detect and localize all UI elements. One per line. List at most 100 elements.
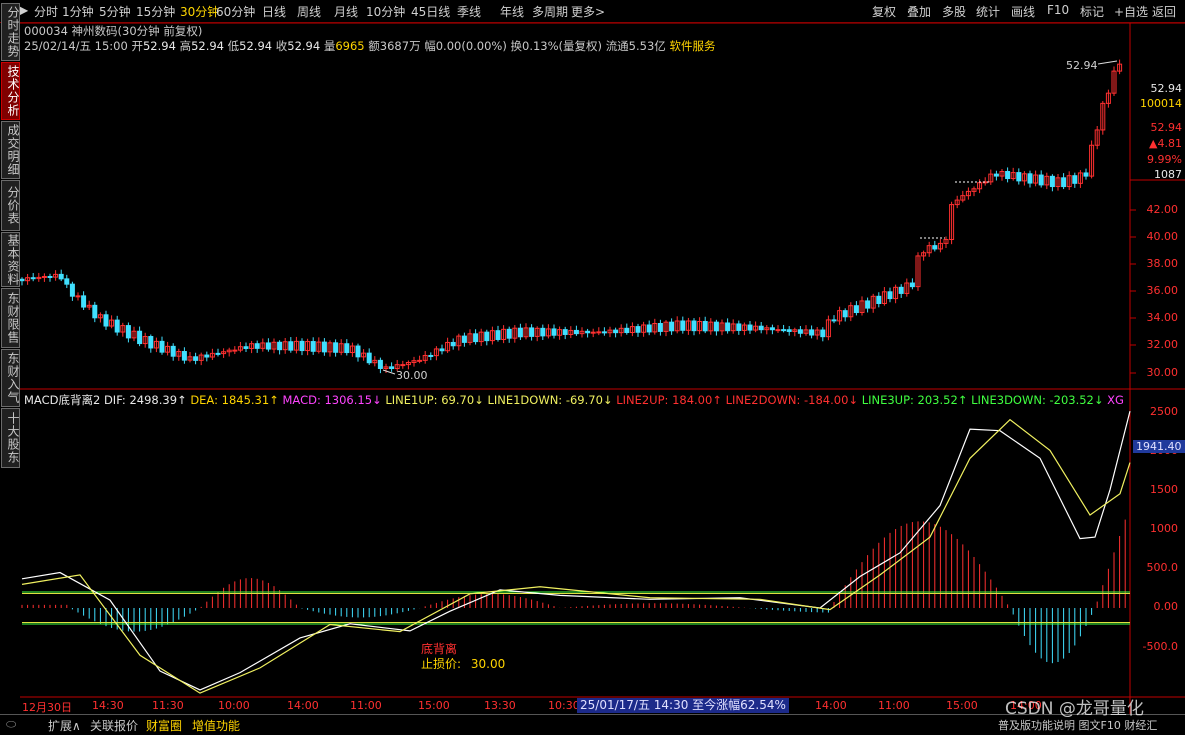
toolbar-btn-0[interactable]: 复权 <box>872 3 896 20</box>
candle-body <box>243 346 249 349</box>
addon-button[interactable]: 增值功能 <box>192 717 240 734</box>
side-tab-4[interactable]: 基本资料 <box>1 232 20 287</box>
notice-text[interactable]: 普及版功能说明 图文F10 财经汇 <box>998 717 1157 733</box>
related-quote-button[interactable]: 关联报价 <box>90 717 138 734</box>
line2up-value: LINE2UP: 184.00↑ <box>616 393 722 407</box>
candle-body <box>355 345 361 358</box>
toolbar-btn-5[interactable]: F10 <box>1047 3 1069 17</box>
side-tab-3[interactable]: 分价表 <box>1 180 20 231</box>
candle-body <box>736 323 742 331</box>
price-tick-3: 36.00 <box>1146 284 1179 297</box>
scroll-toggle-icon[interactable]: ⬭ <box>6 717 16 732</box>
time-label-9: 14:00 <box>815 699 847 712</box>
toolbar-btn-3[interactable]: 统计 <box>976 3 1000 20</box>
stop-loss-value: 30.00 <box>470 657 506 671</box>
time-label-0: 12月30日 <box>22 701 72 714</box>
candle-body <box>288 341 294 351</box>
candle-body <box>333 342 339 353</box>
period-tab-2[interactable]: 5分钟 <box>99 3 131 20</box>
side-tabs: 分时走势 技术分析 成交明细 分价表 基本资料 东财限售 东财入气 十大股东 <box>0 0 20 734</box>
toolbar-btn-1[interactable]: 叠加 <box>907 3 931 20</box>
candle-body <box>691 320 697 332</box>
time-cursor-label: 25/01/17/五 14:30 至今涨幅62.54% <box>577 698 789 713</box>
period-tab-14[interactable]: 更多> <box>571 3 605 20</box>
candle-body <box>506 328 512 339</box>
price-tick-4: 34.00 <box>1146 311 1179 324</box>
candle-body <box>170 345 176 357</box>
side-tab-1[interactable]: 技术分析 <box>1 62 20 120</box>
period-tab-0[interactable]: 分时 <box>34 3 58 20</box>
low-price-annotation: 30.00 <box>396 369 428 382</box>
price-tick-0: 42.00 <box>1146 203 1179 216</box>
watermark: CSDN @龙哥量化 <box>1005 699 1144 719</box>
period-tab-8[interactable]: 月线 <box>334 3 358 20</box>
period-tab-5[interactable]: 60分钟 <box>216 3 255 20</box>
candle-body <box>75 295 81 298</box>
period-tab-11[interactable]: 季线 <box>457 3 481 20</box>
period-tab-12[interactable]: 年线 <box>500 3 524 20</box>
candle-body <box>137 330 143 345</box>
candle-body <box>41 275 47 278</box>
candle-body <box>646 324 652 333</box>
macd-tick-5: 0.00 <box>1153 600 1179 613</box>
side-value-2: 52.94 <box>1150 121 1183 134</box>
price-tick-1: 40.00 <box>1146 230 1179 243</box>
period-tab-10[interactable]: 45日线 <box>411 3 450 20</box>
stock-code-name: 000034 神州数码(30分钟 前复权) <box>24 24 203 38</box>
candle-body <box>389 366 395 370</box>
kline-chart-canvas[interactable] <box>0 0 1185 734</box>
candle-body <box>540 327 546 337</box>
candle-body <box>428 354 434 357</box>
candle-body <box>484 331 490 342</box>
candle-body <box>590 331 596 334</box>
quote-date: 25/02/14/五 15:00 <box>24 39 128 53</box>
candle-body <box>865 300 871 309</box>
toolbar-btn-2[interactable]: 多股 <box>942 3 966 20</box>
candle-body <box>377 359 383 369</box>
amplitude: 幅0.00(0.00%) <box>424 39 507 53</box>
macd-value: MACD: 1306.15↓ <box>282 393 382 407</box>
period-tab-7[interactable]: 周线 <box>297 3 321 20</box>
stock-title-line: 000034 神州数码(30分钟 前复权) <box>24 23 202 39</box>
side-tab-0[interactable]: 分时走势 <box>1 3 20 61</box>
side-tab-7[interactable]: 十大股东 <box>1 408 20 468</box>
dif-line <box>21 411 1131 691</box>
indicator-legend: MACD底背离2 DIF: 2498.39↑ DEA: 1845.31↑ MAC… <box>24 392 1124 408</box>
toolbar-btn-8[interactable]: 返回 <box>1152 3 1176 20</box>
toolbar-btn-6[interactable]: 标记 <box>1080 3 1104 20</box>
expand-button[interactable]: 扩展∧ <box>48 717 81 734</box>
time-label-4: 14:00 <box>287 699 319 712</box>
period-tab-1[interactable]: 1分钟 <box>62 3 94 20</box>
candle-body <box>876 295 882 304</box>
candle-body <box>204 354 210 358</box>
candle-body <box>769 327 775 331</box>
caifutong-button[interactable]: 财富圈 <box>146 717 182 734</box>
period-tab-13[interactable]: 多周期 <box>532 3 568 20</box>
indicator-name[interactable]: MACD底背离2 <box>24 393 100 407</box>
quote-line: 25/02/14/五 15:00 开52.94 高52.94 低52.94 收5… <box>24 38 715 54</box>
toolbar-btn-7[interactable]: +自选 <box>1114 3 1148 20</box>
period-tab-6[interactable]: 日线 <box>262 3 286 20</box>
candle-body <box>1016 172 1022 182</box>
period-tab-3[interactable]: 15分钟 <box>136 3 175 20</box>
side-tab-6[interactable]: 东财入气 <box>1 349 20 407</box>
toolbar-btn-4[interactable]: 画线 <box>1011 3 1035 20</box>
industry-link[interactable]: 软件服务 <box>669 39 715 53</box>
candle-body <box>932 245 938 250</box>
period-tab-9[interactable]: 10分钟 <box>366 3 405 20</box>
time-label-2: 11:30 <box>152 699 184 712</box>
candle-body <box>310 341 316 352</box>
line2down-value: LINE2DOWN: -184.00↓ <box>725 393 859 407</box>
high-value: 52.94 <box>191 39 225 53</box>
close-value: 52.94 <box>287 39 321 53</box>
time-label-3: 10:00 <box>218 699 250 712</box>
candle-body <box>1049 175 1055 188</box>
side-tab-5[interactable]: 东财限售 <box>1 288 20 348</box>
time-label-1: 14:30 <box>92 699 124 712</box>
candle-body <box>887 291 893 300</box>
side-tab-2[interactable]: 成交明细 <box>1 121 20 179</box>
candle-body <box>344 343 350 354</box>
candle-body <box>148 336 154 349</box>
side-value-0: 52.94 <box>1150 82 1183 95</box>
period-tab-4[interactable]: 30分钟 <box>180 3 219 20</box>
